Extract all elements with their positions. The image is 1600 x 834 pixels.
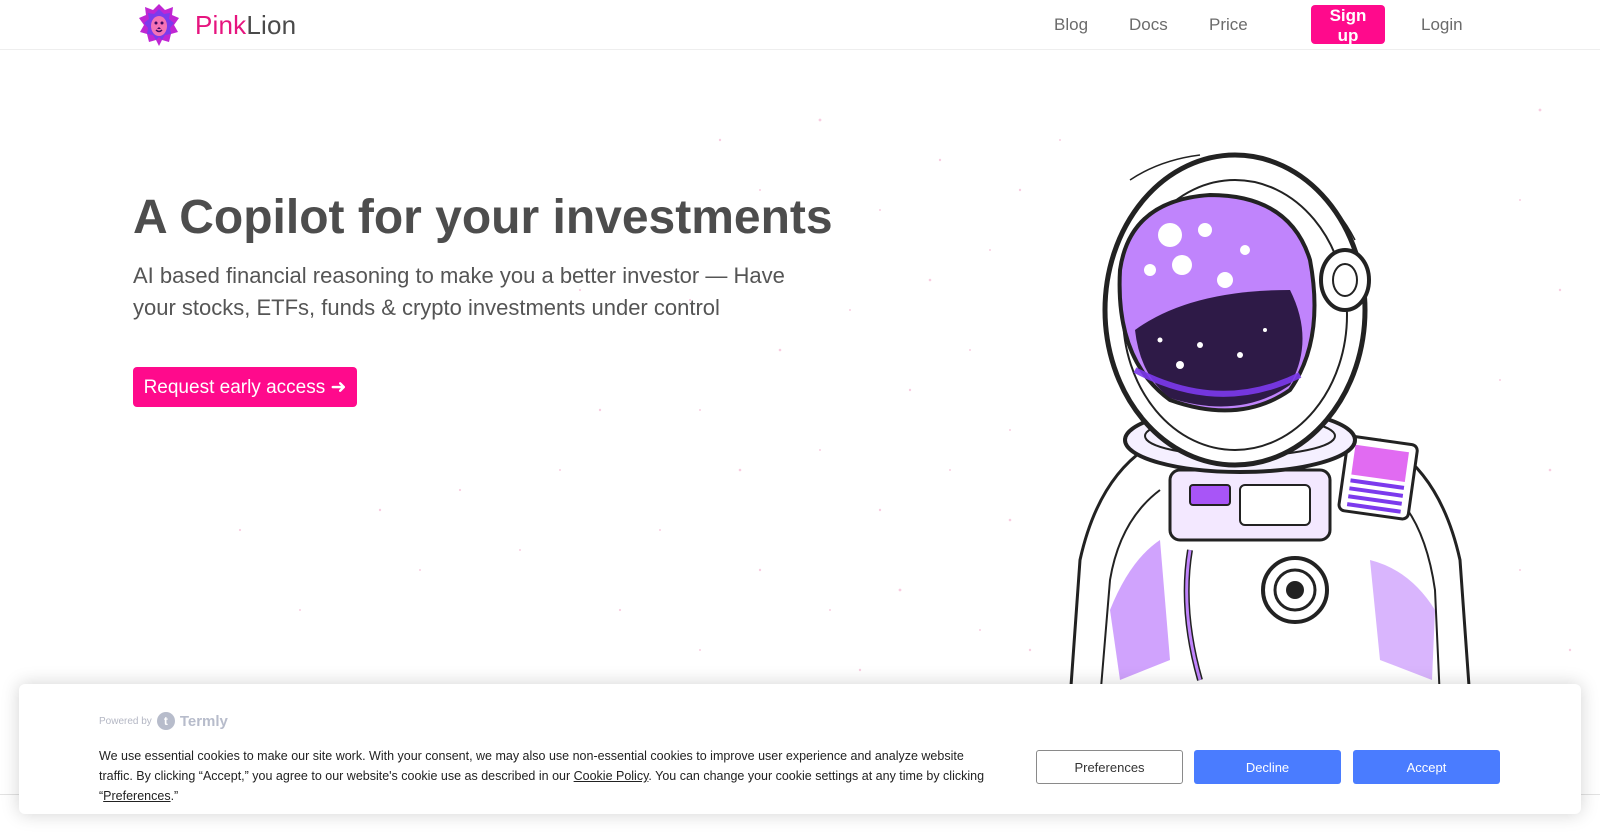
cookie-text-part3: .” bbox=[170, 789, 179, 803]
powered-by-label: Powered by bbox=[99, 715, 152, 727]
site-header: PinkLion Blog Docs Price Sign up Login bbox=[0, 0, 1600, 50]
cookie-consent-banner: Powered by t Termly We use essential coo… bbox=[19, 684, 1581, 814]
nav-docs-link[interactable]: Docs bbox=[1129, 14, 1168, 36]
brand-name[interactable]: PinkLion bbox=[195, 8, 296, 42]
lion-logo-icon[interactable] bbox=[138, 3, 180, 47]
astronaut-illustration bbox=[1068, 152, 1472, 700]
brand-name-dark: Lion bbox=[246, 10, 297, 40]
brand-name-pink: Pink bbox=[195, 10, 247, 40]
cookie-message: We use essential cookies to make our sit… bbox=[99, 746, 999, 806]
hero-subtitle: AI based financial reasoning to make you… bbox=[133, 263, 785, 320]
signup-button[interactable]: Sign up bbox=[1311, 5, 1385, 45]
termly-name: Termly bbox=[179, 712, 228, 730]
termly-logo-icon: t bbox=[156, 712, 175, 730]
nav-login-link[interactable]: Login bbox=[1421, 14, 1463, 36]
nav-price-link[interactable]: Price bbox=[1209, 14, 1248, 36]
request-early-access-button[interactable]: Request early access ➜ bbox=[133, 367, 357, 407]
hero-section: A Copilot for your investments AI based … bbox=[0, 50, 1600, 794]
cookie-preferences-button[interactable]: Preferences bbox=[1036, 750, 1183, 784]
hero-title: A Copilot for your investments bbox=[133, 191, 833, 244]
powered-by-termly[interactable]: Powered by t Termly bbox=[99, 712, 228, 730]
cookie-policy-link[interactable]: Cookie Policy bbox=[574, 769, 649, 783]
nav-blog-link[interactable]: Blog bbox=[1054, 14, 1088, 36]
cookie-accept-button[interactable]: Accept bbox=[1353, 750, 1500, 784]
preferences-link[interactable]: Preferences bbox=[103, 789, 170, 803]
cookie-decline-button[interactable]: Decline bbox=[1194, 750, 1341, 784]
